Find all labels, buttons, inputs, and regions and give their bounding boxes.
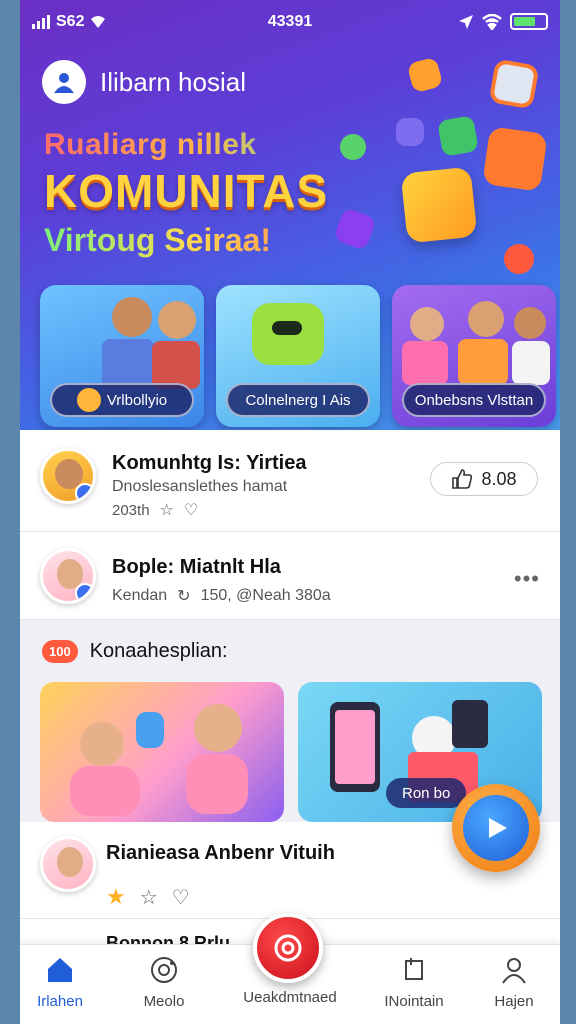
battery-icon	[510, 13, 548, 30]
post-meta: Kendan ↻ 150, @Neah 380a	[112, 586, 331, 606]
nav-profile[interactable]: Hajen	[464, 955, 560, 1010]
wifi-icon	[482, 13, 502, 30]
floating-music-icon	[406, 56, 444, 94]
floating-play-icon	[400, 166, 478, 244]
post-item[interactable]: Bople: Miatnlt Hla Kendan ↻ 150, @Neah 3…	[20, 532, 560, 620]
like-count: 8.08	[481, 468, 517, 489]
hero-line-2: KOMUNITAS	[44, 165, 329, 217]
floating-grid-icon	[396, 118, 424, 146]
hero-line-3: Virtoug Seiraa!	[44, 222, 344, 259]
phone-icon	[136, 712, 164, 748]
floating-heart-icon	[340, 134, 366, 160]
heart-icon[interactable]: ♡	[172, 885, 190, 910]
avatar[interactable]	[40, 448, 96, 504]
thumbs-up-icon	[452, 469, 473, 489]
app-logo-icon	[42, 60, 86, 104]
hero-headline: Rualiarg nillek KOMUNITAS Virtoug Seiraa…	[44, 128, 344, 259]
like-button[interactable]: 8.08	[430, 462, 538, 496]
floating-smile-icon	[504, 244, 534, 274]
app-name: Ilibarn hosial	[100, 66, 246, 97]
section-title: Konaahesplian:	[89, 639, 228, 662]
reactions-bar: ★ ☆ ♡	[106, 884, 190, 910]
floating-video-icon	[482, 126, 548, 192]
child-figure	[112, 297, 152, 337]
category-card-3[interactable]: Onbebsns Vlsttan	[392, 285, 556, 427]
app-screen: S62 43391 Ilibarn hosial Rualiarg nillek…	[20, 0, 560, 1024]
category-card-1[interactable]: Vrlbollyio	[40, 285, 204, 427]
avatar[interactable]	[40, 836, 96, 892]
nav-label: Meolo	[143, 993, 185, 1010]
location-arrow-icon	[459, 14, 473, 29]
tile-label: Ron bo	[386, 778, 467, 808]
child-figure	[158, 301, 196, 339]
category-carousel: Vrlbollyio Colnelnerg I Ais Onbebsns Vls…	[40, 285, 556, 427]
media-tile-1[interactable]	[40, 682, 284, 822]
post-meta: 203th ☆ ♡	[112, 500, 198, 520]
nav-notifications[interactable]: INointain	[364, 955, 464, 1010]
nav-label: Ueakdmtnaed	[243, 989, 337, 1006]
nav-media[interactable]: Meolo	[114, 955, 214, 1010]
post-item[interactable]: Komunhtg Is: Yirtiea Dnoslesanslethes ha…	[20, 430, 560, 532]
nav-create[interactable]: Ueakdmtnaed	[238, 989, 342, 1006]
status-bar: S62 43391	[20, 10, 560, 36]
post-stats: 150, @Neah 380a	[200, 587, 331, 604]
child-figure	[80, 722, 124, 766]
section-badge: 100	[42, 639, 78, 663]
post-title: Bople: Miatnlt Hla	[112, 556, 281, 578]
camera-icon	[151, 957, 177, 983]
category-card-2[interactable]: Colnelnerg I Ais	[216, 285, 380, 427]
app-brand: Ilibarn hosial	[42, 60, 246, 104]
category-label: Onbebsns Vlsttan	[402, 383, 546, 417]
verified-badge-icon	[75, 583, 93, 601]
nav-label: Hajen	[494, 993, 534, 1010]
post-title: Komunhtg Is: Yirtiea	[112, 452, 307, 474]
tablet-icon	[452, 700, 488, 748]
child-figure	[410, 307, 444, 341]
star-outline-icon[interactable]: ☆	[140, 885, 158, 910]
category-label: Vrlbollyio	[50, 383, 194, 417]
floating-camera-icon	[488, 58, 540, 110]
child-figure	[468, 301, 504, 337]
post-author: Kendan	[112, 587, 168, 604]
hero-line-1: Rualiarg nillek	[44, 128, 344, 162]
post-title: Rianieasa Anbenr Vituih	[106, 842, 335, 864]
verified-badge-icon	[75, 483, 93, 501]
category-label: Colnelnerg I Ais	[226, 383, 370, 417]
hero-banner: S62 43391 Ilibarn hosial Rualiarg nillek…	[20, 0, 560, 440]
floating-chat-icon	[437, 115, 479, 157]
emoji-icon	[76, 388, 101, 412]
more-options-icon[interactable]: •••	[514, 566, 540, 592]
play-icon	[489, 818, 507, 838]
home-icon	[48, 958, 72, 982]
nav-home[interactable]: Irlahen	[20, 955, 110, 1010]
star-filled-icon[interactable]: ★	[106, 884, 126, 910]
share-icon: ↻	[177, 588, 191, 605]
at-icon	[274, 934, 302, 962]
child-figure	[514, 307, 546, 339]
avatar[interactable]	[40, 548, 96, 604]
heart-icon[interactable]: ♡	[184, 500, 198, 520]
notification-icon	[405, 958, 423, 980]
profile-icon	[502, 958, 526, 984]
feed: Komunhtg Is: Yirtiea Dnoslesanslethes ha…	[20, 430, 560, 958]
play-fab-button[interactable]	[452, 784, 540, 872]
nav-label: INointain	[384, 993, 444, 1010]
nav-label: Irlahen	[37, 993, 83, 1010]
child-figure	[194, 704, 242, 752]
create-button[interactable]	[253, 913, 323, 983]
bottom-nav: Irlahen Meolo Ueakdmtnaed INointain Haje…	[20, 913, 560, 1024]
section-header: 100 Konaahesplian:	[20, 620, 560, 682]
post-time: 203th	[112, 501, 150, 519]
star-icon[interactable]: ☆	[160, 500, 174, 520]
post-subtitle: Dnoslesanslethes hamat	[112, 478, 288, 495]
